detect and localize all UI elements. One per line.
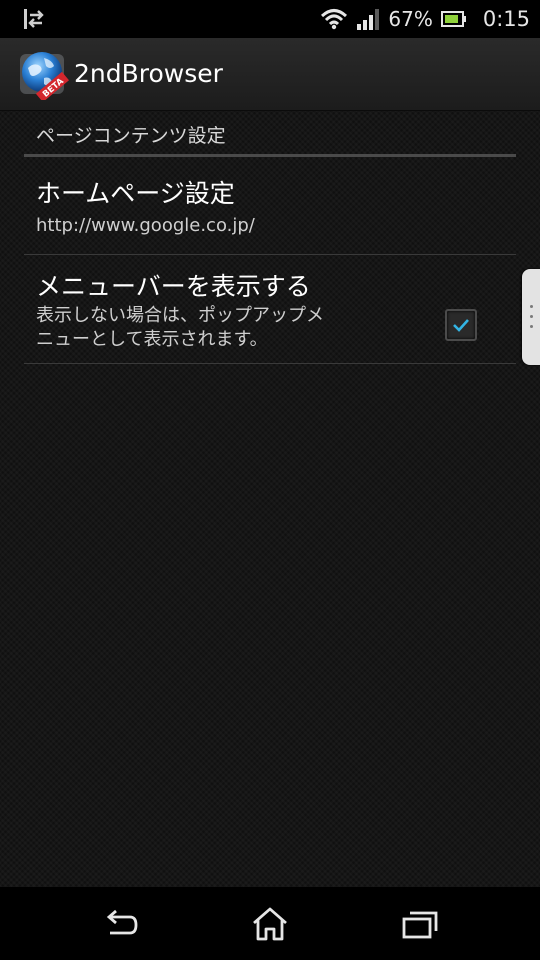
navigation-bar	[0, 887, 540, 960]
battery-percent: 67%	[388, 7, 433, 31]
clock: 0:15	[482, 7, 530, 31]
action-bar: BETA 2ndBrowser	[0, 38, 540, 111]
battery-icon	[440, 11, 466, 27]
pref-show-menubar-summary-line2: ニューとして表示されます。	[36, 329, 268, 350]
menubar-checkbox[interactable]	[445, 309, 477, 341]
data-transfer-icon	[24, 9, 44, 29]
recent-apps-icon[interactable]	[395, 901, 445, 947]
pref-divider	[24, 363, 516, 364]
pref-homepage-title: ホームページ設定	[36, 179, 235, 208]
category-divider	[24, 154, 516, 157]
pref-show-menubar[interactable]: メニューバーを表示する 表示しない場合は、ポップアップメ ニューとして表示されま…	[24, 255, 516, 365]
wifi-icon	[321, 9, 348, 30]
signal-icon	[357, 9, 380, 30]
pref-show-menubar-title: メニューバーを表示する	[36, 272, 311, 301]
fast-scroll-handle[interactable]	[522, 269, 540, 365]
category-header: ページコンテンツ設定	[36, 125, 226, 147]
pref-homepage[interactable]: ホームページ設定 http://www.google.co.jp/	[24, 158, 516, 256]
home-icon[interactable]	[245, 901, 295, 947]
app-globe-icon[interactable]: BETA	[18, 48, 70, 100]
check-icon	[453, 319, 469, 332]
status-bar: 67% 0:15	[0, 0, 540, 38]
app-title: 2ndBrowser	[74, 59, 223, 88]
settings-list: ページコンテンツ設定 ホームページ設定 http://www.google.co…	[0, 111, 540, 887]
pref-show-menubar-summary-line1: 表示しない場合は、ポップアップメ	[36, 305, 324, 326]
pref-homepage-summary: http://www.google.co.jp/	[36, 215, 255, 236]
back-icon[interactable]	[96, 901, 146, 947]
